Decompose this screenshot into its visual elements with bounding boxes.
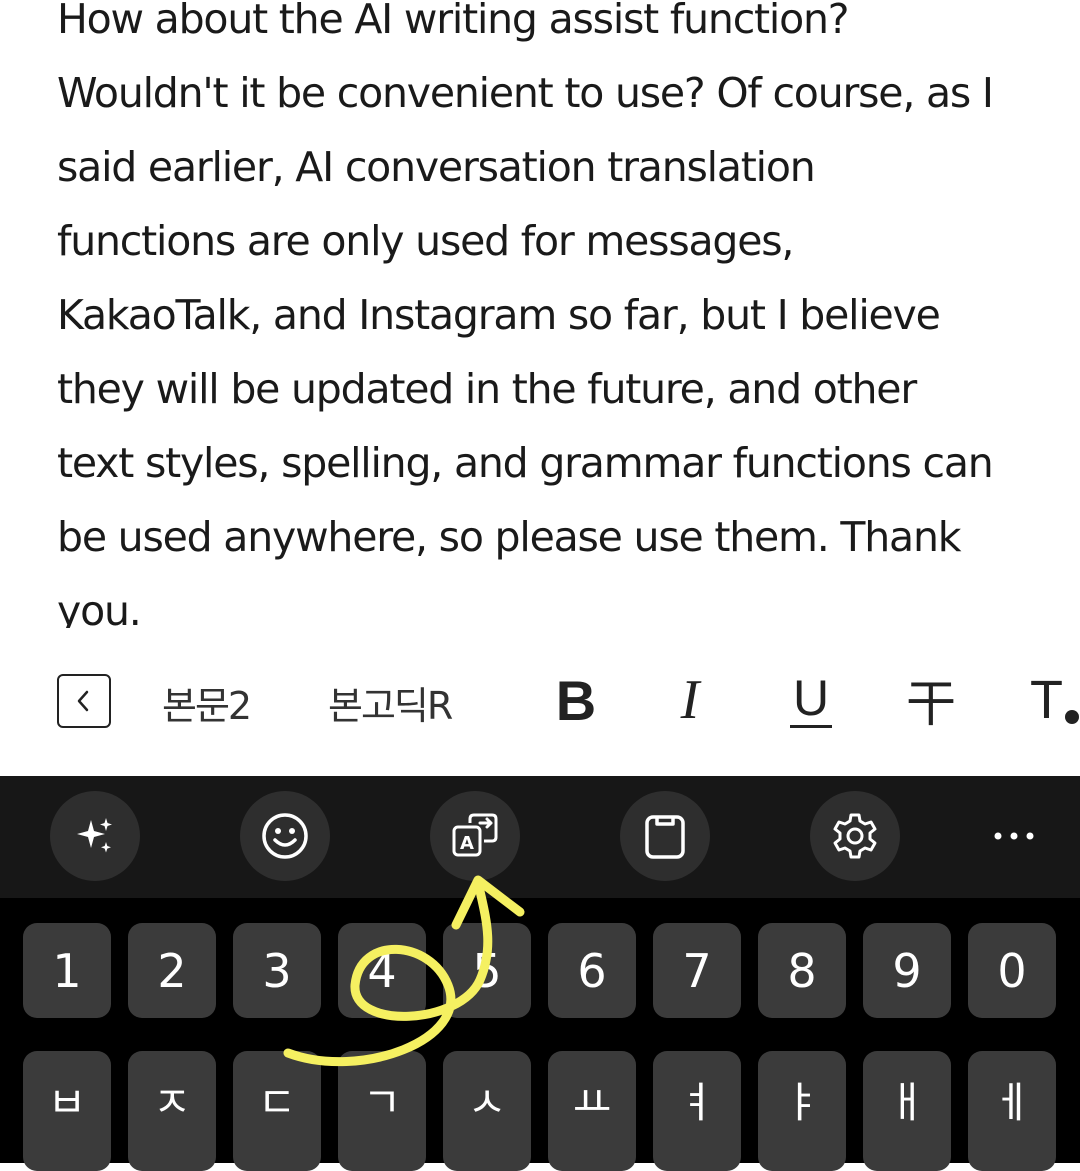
editor-line: you. <box>57 587 142 628</box>
key-8[interactable]: 8 <box>758 923 846 1018</box>
key-7[interactable]: 7 <box>653 923 741 1018</box>
underline-bar <box>790 724 832 728</box>
key-label: 2 <box>157 943 187 998</box>
document-editor[interactable]: How about the AI writing assist function… <box>0 0 1080 628</box>
paragraph-style-selector[interactable]: 본문2 <box>162 675 252 730</box>
editor-line: Wouldn't it be convenient to use? Of cou… <box>57 69 994 117</box>
keyboard: A 1 2 3 4 5 6 7 8 9 0 ㅂ ㅈ ㄷ ㄱ ㅅ ㅛ ㅕ ㅑ ㅐ … <box>0 776 1080 1171</box>
key-label: ㅛ <box>572 1077 612 1127</box>
chevron-left-icon <box>77 690 89 712</box>
editor-line: text styles, spelling, and grammar funct… <box>57 439 994 487</box>
underline-label: U <box>792 669 830 726</box>
key-ya[interactable]: ㅑ <box>758 1051 846 1171</box>
key-bieup[interactable]: ㅂ <box>23 1051 111 1171</box>
key-jieut[interactable]: ㅈ <box>128 1051 216 1171</box>
key-yo[interactable]: ㅛ <box>548 1051 636 1171</box>
key-digeut[interactable]: ㄷ <box>233 1051 321 1171</box>
editor-line: How about the AI writing assist function… <box>57 0 850 43</box>
translate-icon: A <box>452 813 498 857</box>
more-icon <box>994 832 1034 840</box>
editor-line: be used anywhere, so please use them. Th… <box>57 513 962 561</box>
ai-tools-button[interactable] <box>50 791 140 881</box>
key-label: 6 <box>577 943 607 998</box>
key-2[interactable]: 2 <box>128 923 216 1018</box>
key-label: ㅕ <box>677 1077 717 1127</box>
text-color-label: T <box>1030 670 1063 730</box>
italic-button[interactable]: I <box>670 668 710 732</box>
key-label: 9 <box>892 943 922 998</box>
key-label: ㅔ <box>992 1077 1032 1127</box>
bold-button[interactable]: B <box>552 668 600 732</box>
key-label: ㅂ <box>47 1077 87 1127</box>
key-label: 4 <box>367 943 397 998</box>
key-4[interactable]: 4 <box>338 923 426 1018</box>
key-label: ㅅ <box>467 1077 507 1127</box>
key-label: ㄷ <box>257 1077 297 1127</box>
key-label: 5 <box>472 943 502 998</box>
editor-body-text[interactable]: How about the AI writing assist function… <box>57 0 1042 628</box>
key-label: ㄱ <box>362 1077 402 1127</box>
text-color-dot <box>1065 710 1079 724</box>
settings-icon <box>833 813 877 859</box>
font-selector[interactable]: 본고딕R <box>328 675 453 730</box>
emoji-button[interactable] <box>240 791 330 881</box>
keyboard-toolbar: A <box>0 776 1080 898</box>
key-giyeok[interactable]: ㄱ <box>338 1051 426 1171</box>
toolbar-back-button[interactable] <box>57 674 111 728</box>
key-1[interactable]: 1 <box>23 923 111 1018</box>
key-label: ㅑ <box>782 1077 822 1127</box>
key-label: ㅐ <box>887 1077 927 1127</box>
strikethrough-button[interactable]: 干 <box>904 668 958 733</box>
key-6[interactable]: 6 <box>548 923 636 1018</box>
italic-label: I <box>680 669 700 731</box>
key-label: 0 <box>997 943 1027 998</box>
key-label: 7 <box>682 943 712 998</box>
settings-button[interactable] <box>810 791 900 881</box>
more-options-button[interactable] <box>969 791 1059 881</box>
key-ae[interactable]: ㅐ <box>863 1051 951 1171</box>
underline-button[interactable]: U <box>788 668 834 732</box>
translate-button[interactable]: A <box>430 791 520 881</box>
editor-line: KakaoTalk, and Instagram so far, but I b… <box>57 291 941 339</box>
emoji-icon <box>262 813 308 859</box>
format-toolbar: 본문2 본고딕R B I U 干 T <box>0 628 1080 776</box>
key-e[interactable]: ㅔ <box>968 1051 1056 1171</box>
key-5[interactable]: 5 <box>443 923 531 1018</box>
text-color-button[interactable]: T <box>1030 668 1080 732</box>
clipboard-icon <box>645 815 685 859</box>
key-label: 1 <box>52 943 82 998</box>
svg-text:A: A <box>460 833 474 854</box>
key-label: 8 <box>787 943 817 998</box>
key-3[interactable]: 3 <box>233 923 321 1018</box>
key-0[interactable]: 0 <box>968 923 1056 1018</box>
key-yeo[interactable]: ㅕ <box>653 1051 741 1171</box>
key-label: ㅈ <box>152 1077 192 1127</box>
key-siot[interactable]: ㅅ <box>443 1051 531 1171</box>
key-9[interactable]: 9 <box>863 923 951 1018</box>
bold-label: B <box>555 668 597 732</box>
clipboard-button[interactable] <box>620 791 710 881</box>
editor-line: they will be updated in the future, and … <box>57 365 917 413</box>
key-label: 3 <box>262 943 292 998</box>
editor-line: functions are only used for messages, <box>57 217 794 265</box>
strikethrough-label: 干 <box>906 675 956 733</box>
editor-line: said earlier, AI conversation translatio… <box>57 143 816 191</box>
ai-sparkle-icon <box>77 818 112 853</box>
